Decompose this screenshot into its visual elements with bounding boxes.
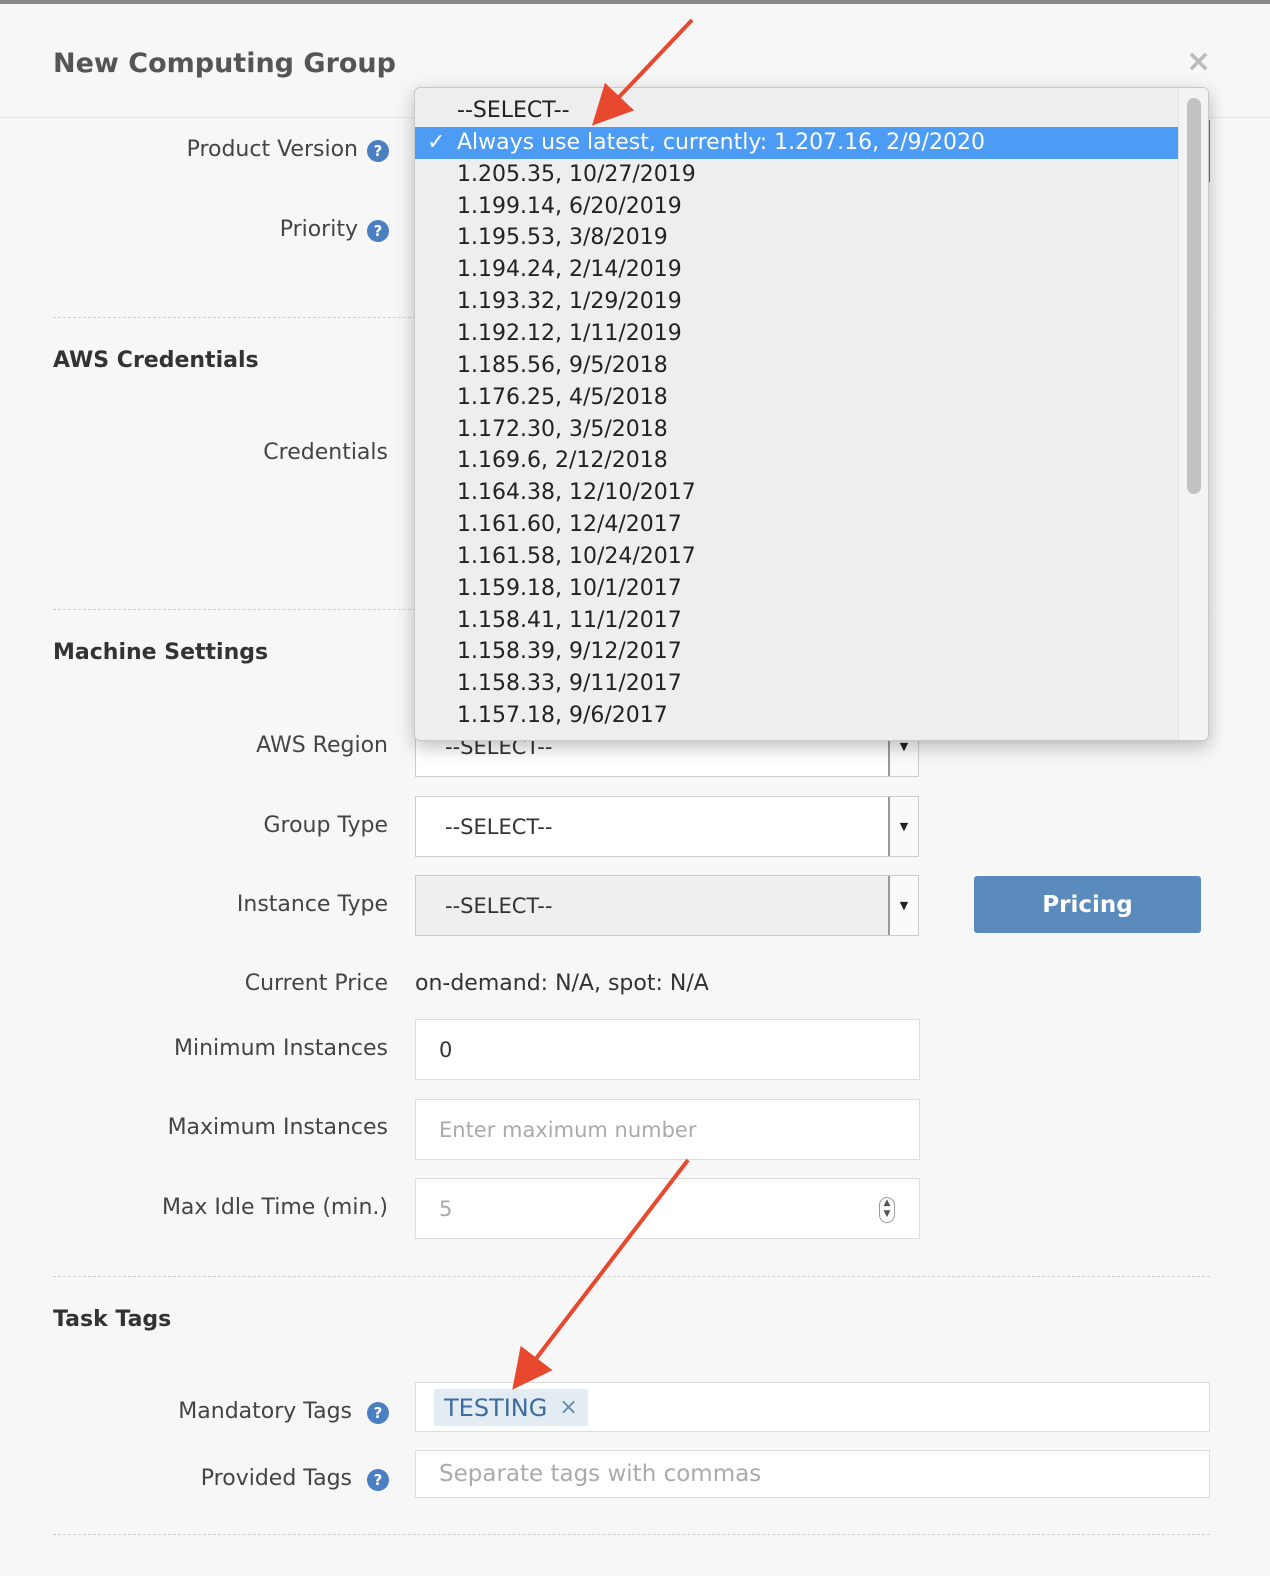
pricing-button[interactable]: Pricing xyxy=(974,876,1201,933)
dropdown-option-label: 1.161.60, 12/4/2017 xyxy=(457,512,682,538)
dropdown-option-label: 1.193.32, 1/29/2019 xyxy=(457,289,682,315)
chevron-down-icon: ▼ xyxy=(888,876,918,935)
dropdown-option-label: 1.157.18, 9/6/2017 xyxy=(457,703,668,729)
mandatory-tags-help-icon[interactable]: ? xyxy=(367,1402,389,1424)
dropdown-option-label: 1.185.56, 9/5/2018 xyxy=(457,352,668,378)
min-instances-input[interactable]: 0 xyxy=(415,1019,920,1080)
dropdown-option[interactable]: 1.195.53, 3/8/2019 xyxy=(415,222,1180,254)
dropdown-option[interactable]: 1.205.35, 10/27/2019 xyxy=(415,159,1180,191)
task-tags-heading: Task Tags xyxy=(53,1307,172,1332)
max-instances-label: Maximum Instances xyxy=(167,1115,388,1140)
dropdown-option-label: 1.176.25, 4/5/2018 xyxy=(457,384,668,410)
group-type-label: Group Type xyxy=(263,813,388,838)
dropdown-option[interactable]: 1.161.58, 10/24/2017 xyxy=(415,541,1180,573)
dropdown-option-label: 1.158.33, 9/11/2017 xyxy=(457,671,682,697)
section-divider xyxy=(53,1534,1210,1535)
min-instances-label: Minimum Instances xyxy=(174,1036,388,1061)
current-price-value: on-demand: N/A, spot: N/A xyxy=(415,971,709,996)
dropdown-option[interactable]: 1.199.14, 6/20/2019 xyxy=(415,191,1180,223)
dropdown-option-label: 1.172.30, 3/5/2018 xyxy=(457,416,668,442)
scrollbar-thumb[interactable] xyxy=(1187,98,1201,494)
dropdown-option-label: 1.158.41, 11/1/2017 xyxy=(457,607,682,633)
close-icon[interactable]: × xyxy=(1186,44,1211,79)
dropdown-option[interactable]: 1.158.39, 9/12/2017 xyxy=(415,636,1180,668)
dropdown-option[interactable]: 1.192.12, 1/11/2019 xyxy=(415,318,1180,350)
dropdown-option-label: 1.159.18, 10/1/2017 xyxy=(457,575,682,601)
max-instances-input[interactable]: Enter maximum number xyxy=(415,1099,920,1160)
max-idle-placeholder: 5 xyxy=(439,1196,453,1221)
dropdown-option-label: --SELECT-- xyxy=(457,98,570,123)
dropdown-option-label: 1.192.12, 1/11/2019 xyxy=(457,320,682,346)
product-version-label: Product Version xyxy=(186,137,358,162)
stepper-icon[interactable]: ▲ ▼ xyxy=(879,1197,895,1223)
group-type-value: --SELECT-- xyxy=(445,814,553,839)
dropdown-option-selected[interactable]: ✓ Always use latest, currently: 1.207.16,… xyxy=(415,126,1180,159)
dropdown-option[interactable]: 1.193.32, 1/29/2019 xyxy=(415,286,1180,318)
provided-tags-placeholder: Separate tags with commas xyxy=(439,1461,762,1487)
dropdown-option-label: Always use latest, currently: 1.207.16, … xyxy=(457,129,985,155)
dropdown-option[interactable]: --SELECT-- xyxy=(415,95,1180,127)
dropdown-option[interactable]: 1.176.25, 4/5/2018 xyxy=(415,382,1180,414)
tag-chip-label: TESTING xyxy=(444,1393,548,1422)
dropdown-option[interactable]: 1.158.41, 11/1/2017 xyxy=(415,605,1180,637)
max-instances-placeholder: Enter maximum number xyxy=(439,1117,697,1142)
dropdown-option[interactable]: 1.158.33, 9/11/2017 xyxy=(415,668,1180,700)
dropdown-option[interactable]: 1.185.56, 9/5/2018 xyxy=(415,350,1180,382)
dropdown-option-label: 1.169.6, 2/12/2018 xyxy=(457,448,668,474)
dropdown-option-label: 1.194.24, 2/14/2019 xyxy=(457,257,682,283)
instance-type-label: Instance Type xyxy=(236,892,388,917)
dropdown-option[interactable]: 1.164.38, 12/10/2017 xyxy=(415,477,1180,509)
max-idle-label: Max Idle Time (min.) xyxy=(161,1195,388,1220)
remove-tag-icon[interactable]: × xyxy=(559,1395,577,1420)
dropdown-option[interactable]: 1.157.18, 9/6/2017 xyxy=(415,700,1180,732)
machine-settings-heading: Machine Settings xyxy=(53,640,269,665)
provided-tags-input[interactable]: Separate tags with commas xyxy=(415,1450,1210,1498)
dropdown-option[interactable]: 1.161.60, 12/4/2017 xyxy=(415,509,1180,541)
dropdown-option[interactable]: 1.169.6, 2/12/2018 xyxy=(415,445,1180,477)
credentials-label: Credentials xyxy=(263,440,388,465)
max-idle-input[interactable]: 5 ▲ ▼ xyxy=(415,1178,920,1239)
dialog-title: New Computing Group xyxy=(53,48,396,79)
dropdown-scrollbar[interactable] xyxy=(1178,88,1208,740)
min-instances-value: 0 xyxy=(439,1037,453,1062)
chevron-down-icon: ▼ xyxy=(888,797,918,856)
dropdown-option-label: 1.161.58, 10/24/2017 xyxy=(457,543,696,569)
aws-credentials-heading: AWS Credentials xyxy=(53,348,259,373)
priority-label: Priority xyxy=(279,217,358,242)
provided-tags-label: Provided Tags xyxy=(200,1466,352,1491)
dropdown-option-label: 1.205.35, 10/27/2019 xyxy=(457,161,696,187)
dropdown-option-label: 1.195.53, 3/8/2019 xyxy=(457,225,668,251)
tag-chip: TESTING × xyxy=(434,1389,588,1426)
dropdown-option[interactable]: 1.172.30, 3/5/2018 xyxy=(415,414,1180,446)
dropdown-option-label: 1.158.39, 9/12/2017 xyxy=(457,639,682,665)
aws-region-label: AWS Region xyxy=(256,733,388,758)
priority-help-icon[interactable]: ? xyxy=(367,220,389,242)
current-price-label: Current Price xyxy=(244,971,388,996)
dropdown-option[interactable]: 1.159.18, 10/1/2017 xyxy=(415,573,1180,605)
dropdown-option-label: 1.164.38, 12/10/2017 xyxy=(457,480,696,506)
dropdown-option-label: 1.199.14, 6/20/2019 xyxy=(457,193,682,219)
product-version-dropdown[interactable]: --SELECT-- ✓ Always use latest, currently:… xyxy=(414,87,1209,741)
group-type-select[interactable]: --SELECT-- ▼ xyxy=(415,796,919,857)
section-divider xyxy=(53,1276,1210,1277)
instance-type-select[interactable]: --SELECT-- ▼ xyxy=(415,875,919,936)
product-version-help-icon[interactable]: ? xyxy=(367,140,389,162)
instance-type-value: --SELECT-- xyxy=(445,893,553,918)
checkmark-icon: ✓ xyxy=(427,129,446,155)
provided-tags-help-icon[interactable]: ? xyxy=(367,1469,389,1491)
mandatory-tags-label: Mandatory Tags xyxy=(178,1399,352,1424)
dropdown-option[interactable]: 1.194.24, 2/14/2019 xyxy=(415,254,1180,286)
